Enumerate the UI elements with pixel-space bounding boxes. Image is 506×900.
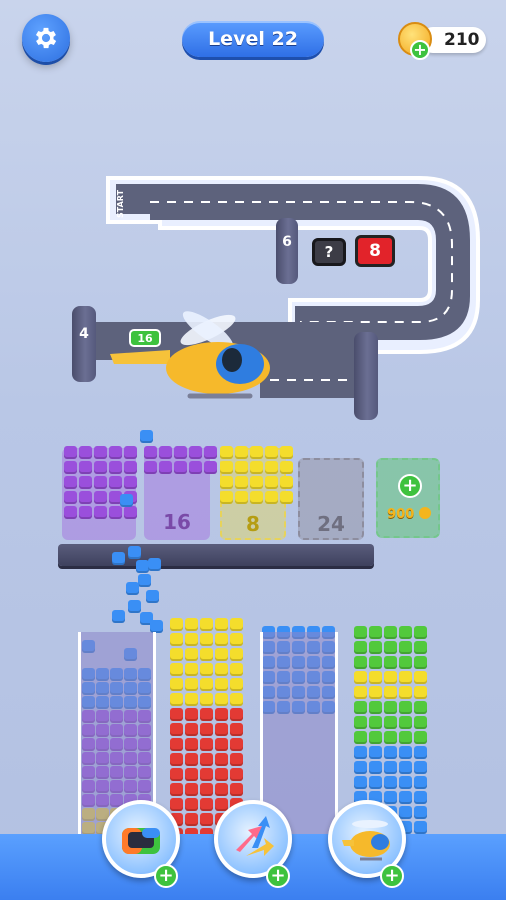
color-cell [128,600,141,613]
color-cell [250,446,263,459]
color-cell [112,552,125,565]
color-cell [112,610,125,623]
color-cell [64,491,77,504]
color-cell [109,461,122,474]
color-cell [144,461,157,474]
add-tray-booster-button[interactable]: + [154,864,178,888]
color-cell [265,476,278,489]
color-cell [140,430,153,443]
color-cell [204,461,217,474]
color-cell [235,461,248,474]
color-cell [94,506,107,519]
color-cell [79,476,92,489]
rack-shelf [58,544,374,566]
spawner-pillar-4: 4 [72,306,96,382]
color-cell [79,506,92,519]
color-cell [280,491,293,504]
color-cell [148,558,161,571]
color-cell [200,618,213,631]
mystery-box: ? [312,238,346,266]
color-cell [94,476,107,489]
color-cell [159,446,172,459]
color-cell [174,461,187,474]
color-cell [146,590,159,603]
color-cell [109,476,122,489]
color-cell [220,461,233,474]
color-cell [280,446,293,459]
color-cell [144,446,157,459]
color-cell [189,446,202,459]
color-cell [64,446,77,459]
slot-count: 24 [317,512,345,536]
color-cell [124,446,137,459]
color-cell [138,574,151,587]
color-cell [159,461,172,474]
color-cell [94,446,107,459]
color-cell [220,491,233,504]
start-label: START [116,189,125,219]
color-cell [79,491,92,504]
spawner-pillar-6: 6 [276,218,298,284]
color-cell [235,446,248,459]
plus-icon: + [398,474,422,498]
color-cell [64,476,77,489]
road-pillar [354,332,378,420]
slot-count: 8 [246,512,260,536]
color-cell [174,446,187,459]
color-cell [204,446,217,459]
color-cell [94,461,107,474]
helicopter-icon: 16 [110,311,270,399]
color-cell [128,546,141,559]
color-cell [250,461,263,474]
color-cell [215,618,228,631]
coin-icon [418,507,431,519]
color-cell [64,506,77,519]
color-cell [250,476,263,489]
color-cell [124,461,137,474]
buy-slot-price: 900 [380,507,438,522]
color-cell [235,491,248,504]
color-cell [265,461,278,474]
color-cell [230,618,243,631]
color-cell [64,461,77,474]
color-cell [280,476,293,489]
add-helicopter-booster-button[interactable]: + [380,864,404,888]
color-cell [126,582,139,595]
color-cell [170,618,183,631]
color-cell [265,446,278,459]
color-cell [94,491,107,504]
color-cell [250,491,263,504]
queue-box: 8 [355,235,395,267]
color-cell [109,446,122,459]
track-area: START 6 4 ? 8 16 [0,0,506,440]
color-cell [79,461,92,474]
buy-slot[interactable]: + 900 [376,458,440,538]
spawner-count: 6 [282,234,292,250]
add-shuffle-booster-button[interactable]: + [266,864,290,888]
color-cell [220,446,233,459]
helicopter-label: 16 [137,332,153,345]
slot-4[interactable]: 24 [298,458,364,540]
slot-count: 16 [163,510,191,534]
color-cell [79,446,92,459]
color-cell [120,494,133,507]
color-cell [124,506,137,519]
color-cell [265,491,278,504]
color-cell [124,476,137,489]
color-cell [220,476,233,489]
spawner-count: 4 [79,326,89,342]
color-cell [109,506,122,519]
color-cell [189,461,202,474]
color-cell [235,476,248,489]
color-cell [185,618,198,631]
color-cell [280,461,293,474]
